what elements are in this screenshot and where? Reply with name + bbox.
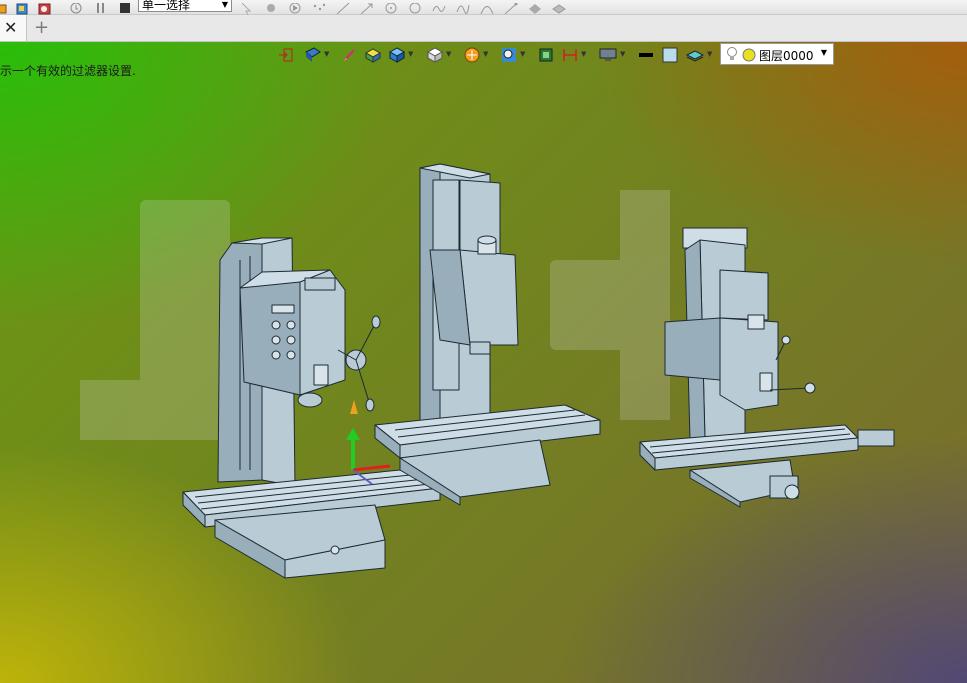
milling-machine-left[interactable] xyxy=(182,237,441,579)
render-mode-icon[interactable] xyxy=(304,47,321,63)
feature-icon[interactable] xyxy=(528,0,541,14)
document-tab-bar: ✕ + xyxy=(0,15,967,42)
line-color-icon[interactable] xyxy=(638,47,654,63)
display-icon[interactable] xyxy=(599,47,617,63)
part-icon[interactable] xyxy=(0,0,8,14)
brush-icon[interactable] xyxy=(342,47,358,63)
chevron-down-icon[interactable]: ▼ xyxy=(620,50,625,58)
fill-color-icon[interactable] xyxy=(662,47,678,63)
chevron-down-icon[interactable]: ▼ xyxy=(446,50,451,58)
chevron-down-icon[interactable]: ▼ xyxy=(707,50,712,58)
milling-machine-right[interactable] xyxy=(639,227,895,508)
layer-stack-icon[interactable] xyxy=(685,47,705,63)
drawing-icon[interactable] xyxy=(38,0,51,15)
zoom-icon[interactable] xyxy=(501,47,517,63)
selection-mode-value: 单一选择 xyxy=(142,0,191,12)
graphics-viewport[interactable]: 示一个有效的过滤器设置. ▼ ▼ ▼ ▼ ▼ ▼ ▼ ▼ 图层0000 ▼ xyxy=(0,42,967,683)
spline-icon[interactable] xyxy=(432,0,446,12)
status-message: 示一个有效的过滤器设置. xyxy=(0,64,136,78)
chevron-down-icon[interactable]: ▼ xyxy=(581,50,586,58)
surface-icon[interactable] xyxy=(552,0,566,14)
points-icon[interactable] xyxy=(312,0,326,12)
layer-color-icon[interactable] xyxy=(742,48,756,65)
circle-icon[interactable] xyxy=(384,0,397,14)
chevron-down-icon: ▼ xyxy=(820,48,827,57)
document-tab[interactable]: ✕ xyxy=(0,15,27,41)
view-cube-icon[interactable] xyxy=(426,47,444,63)
close-icon[interactable]: ✕ xyxy=(4,18,17,37)
arrow-line-icon[interactable] xyxy=(360,0,373,15)
curve-icon[interactable] xyxy=(456,0,470,15)
stop-icon[interactable] xyxy=(119,0,131,13)
bulb-icon[interactable] xyxy=(726,46,738,65)
arrow-select-icon[interactable] xyxy=(240,0,252,16)
exit-icon[interactable] xyxy=(278,47,294,63)
box-solid-icon[interactable] xyxy=(364,47,382,63)
chevron-down-icon[interactable]: ▼ xyxy=(520,50,525,58)
layer-select[interactable]: 图层0000 ▼ xyxy=(720,43,834,65)
layer-select-value: 图层0000 xyxy=(759,49,814,63)
gear-select-icon[interactable] xyxy=(264,0,276,12)
line-icon[interactable] xyxy=(336,0,350,15)
chevron-down-icon[interactable]: ▼ xyxy=(408,50,413,58)
cad-scene[interactable] xyxy=(0,42,967,683)
assembly-icon[interactable] xyxy=(16,0,28,15)
pause-icon[interactable] xyxy=(95,0,107,13)
sketch-icon[interactable] xyxy=(480,0,494,15)
watermark-logo xyxy=(80,190,670,440)
add-tab-button[interactable]: + xyxy=(34,17,49,38)
cube-icon[interactable] xyxy=(388,47,406,63)
rotate-icon[interactable] xyxy=(408,0,421,14)
top-toolbar: 单一选择 ▼ xyxy=(0,0,967,16)
vertex-icon[interactable] xyxy=(504,0,518,15)
frame-icon[interactable] xyxy=(538,47,554,63)
chevron-down-icon[interactable]: ▼ xyxy=(483,50,488,58)
chevron-down-icon: ▼ xyxy=(221,0,228,9)
chevron-down-icon[interactable]: ▼ xyxy=(324,50,329,58)
history-icon[interactable] xyxy=(70,0,82,14)
filter-icon[interactable] xyxy=(464,47,480,63)
selection-mode-select[interactable]: 单一选择 ▼ xyxy=(138,0,232,12)
dimension-icon[interactable] xyxy=(562,47,578,63)
play-icon[interactable] xyxy=(288,0,301,14)
